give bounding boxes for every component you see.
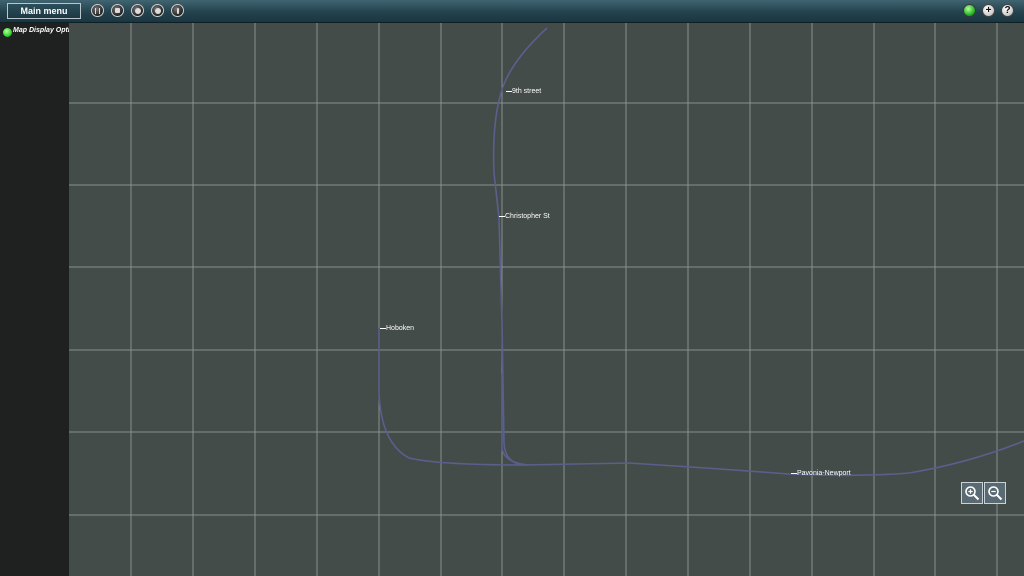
zoom-in-button[interactable] bbox=[961, 482, 983, 504]
top-toolbar: Main menu + ? bbox=[0, 0, 1024, 23]
station-hoboken[interactable]: Hoboken bbox=[380, 325, 414, 332]
status-light-icon bbox=[963, 4, 976, 17]
map-grid bbox=[69, 23, 1024, 576]
target-icon[interactable] bbox=[151, 4, 164, 17]
add-icon[interactable]: + bbox=[982, 4, 995, 17]
zoom-out-button[interactable] bbox=[984, 482, 1006, 504]
stop-icon[interactable] bbox=[111, 4, 124, 17]
station-christopher-st[interactable]: Christopher St bbox=[499, 213, 550, 220]
track-lines bbox=[378, 27, 1024, 477]
option-indicator-icon[interactable] bbox=[3, 28, 12, 37]
zoom-in-icon bbox=[965, 486, 980, 501]
map-canvas bbox=[69, 23, 1024, 576]
station-9th-street[interactable]: 9th street bbox=[506, 88, 541, 95]
info-icon[interactable] bbox=[171, 4, 184, 17]
record-icon[interactable] bbox=[131, 4, 144, 17]
station-pavonia-newport[interactable]: Pavonia-Newport bbox=[791, 470, 851, 477]
sidebar: Map Display Options bbox=[0, 23, 82, 576]
zoom-out-icon bbox=[988, 486, 1003, 501]
pause-icon[interactable] bbox=[91, 4, 104, 17]
track-map[interactable]: 9th street Christopher St Hoboken Pavoni… bbox=[69, 23, 1024, 576]
main-menu-button[interactable]: Main menu bbox=[7, 3, 81, 19]
help-icon[interactable]: ? bbox=[1001, 4, 1014, 17]
